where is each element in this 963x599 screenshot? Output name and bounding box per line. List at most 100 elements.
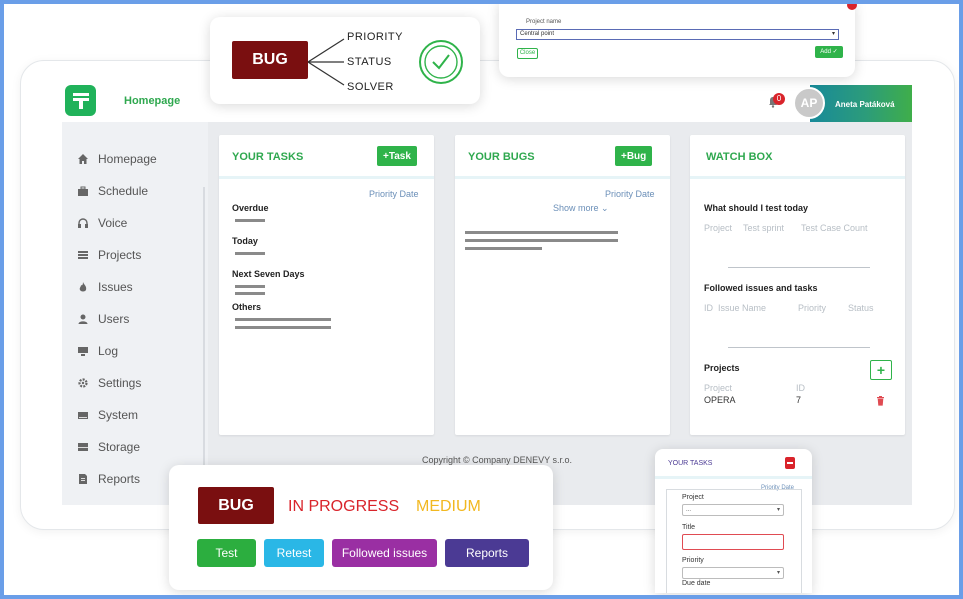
column-header: Project <box>704 383 733 393</box>
dashboard: YOUR TASKS +Task Priority Date Overdue T… <box>208 122 912 505</box>
chevron-down-icon: ⌄ <box>601 203 609 213</box>
trash-icon[interactable] <box>876 396 885 406</box>
sort-label[interactable]: Priority Date <box>369 189 419 199</box>
project-name-label: Project name <box>526 19 562 25</box>
add-label: Add <box>820 49 831 55</box>
avatar[interactable]: AP <box>793 87 825 119</box>
column-header: Test Case Count <box>801 223 868 233</box>
divider <box>728 267 870 268</box>
sidebar-item-storage[interactable]: Storage <box>76 439 140 455</box>
sidebar-item-reports[interactable]: Reports <box>76 471 140 487</box>
section-today: Today <box>232 236 258 246</box>
bug-tag: BUG <box>198 487 274 524</box>
sidebar-item-label: Projects <box>98 248 142 262</box>
card-header: YOUR TASKS +Task <box>219 135 434 179</box>
show-more-link[interactable]: Show more ⌄ <box>553 203 609 214</box>
top-bar: Homepage 0 AP Aneta Patáková <box>62 85 912 122</box>
mobile-title: YOUR TASKS <box>668 460 713 467</box>
followed-issues-button[interactable]: Followed issues <box>332 539 437 567</box>
add-button[interactable]: Add ✓ <box>815 46 843 58</box>
sidebar-item-label: System <box>98 408 139 422</box>
sidebar-item-label: Settings <box>98 376 142 390</box>
projects-heading: Projects <box>704 363 740 373</box>
test-heading: What should I test today <box>704 203 809 213</box>
project-id: 7 <box>796 395 802 405</box>
report-icon <box>76 472 90 486</box>
select-value: ... <box>686 507 692 513</box>
fire-icon <box>76 280 90 294</box>
sidebar-item-voice[interactable]: Voice <box>76 215 127 231</box>
followed-heading: Followed issues and tasks <box>704 283 818 293</box>
add-project-button[interactable]: + <box>870 360 892 380</box>
add-bug-button[interactable]: +Bug <box>615 146 653 166</box>
sidebar-item-log[interactable]: Log <box>76 343 118 359</box>
test-button[interactable]: Test <box>197 539 256 567</box>
select-value: Central point <box>520 31 555 37</box>
sidebar-item-system[interactable]: System <box>76 407 138 423</box>
sidebar-item-label: Schedule <box>98 184 149 198</box>
chevron-down-icon: ▾ <box>776 570 780 576</box>
priority-select[interactable]: ▾ <box>682 567 784 579</box>
monitor-icon <box>76 344 90 358</box>
field-label: Due date <box>682 580 711 587</box>
column-header: ID <box>704 303 713 313</box>
sidebar-scrollbar[interactable] <box>203 187 205 505</box>
callout-item: STATUS <box>347 56 392 68</box>
sidebar-item-schedule[interactable]: Schedule <box>76 183 148 199</box>
placeholder-line <box>235 252 265 255</box>
retest-button[interactable]: Retest <box>264 539 324 567</box>
column-header: Test sprint <box>743 223 785 233</box>
placeholder-line <box>235 219 265 222</box>
sidebar-item-issues[interactable]: Issues <box>76 279 133 295</box>
check-circle-icon <box>419 40 463 84</box>
close-dot-icon[interactable] <box>847 0 857 10</box>
tasks-card: YOUR TASKS +Task Priority Date Overdue T… <box>219 135 434 435</box>
card-title: WATCH BOX <box>706 151 773 163</box>
placeholder-line <box>235 318 331 321</box>
column-header: Issue Name <box>718 303 767 313</box>
project-name-select[interactable]: Central point ▾ <box>516 29 839 40</box>
check-icon: ✓ <box>832 49 838 55</box>
sidebar-item-label: Reports <box>98 472 141 486</box>
placeholder-line <box>465 239 618 242</box>
drive-icon <box>76 408 90 422</box>
section-next-seven-days: Next Seven Days <box>232 269 305 279</box>
sidebar-item-users[interactable]: Users <box>76 311 129 327</box>
bug-status-panel: BUG IN PROGRESS MEDIUM Test Retest Follo… <box>169 465 553 590</box>
user-name[interactable]: Aneta Patáková <box>835 100 895 109</box>
field-label: Priority <box>682 557 704 564</box>
bugs-card: YOUR BUGS +Bug Priority Date Show more ⌄ <box>455 135 670 435</box>
sidebar-item-projects[interactable]: Projects <box>76 247 141 263</box>
app-logo[interactable] <box>65 85 96 116</box>
list-icon <box>76 248 90 262</box>
column-header: Priority <box>798 303 827 313</box>
card-title: YOUR TASKS <box>232 151 304 163</box>
section-others: Others <box>232 302 262 312</box>
sort-label[interactable]: Priority Date <box>605 189 655 199</box>
add-task-button[interactable]: +Task <box>377 146 417 166</box>
placeholder-line <box>235 326 331 329</box>
sidebar-item-settings[interactable]: Settings <box>76 375 141 391</box>
title-input[interactable] <box>682 534 784 550</box>
mobile-close-button[interactable] <box>785 457 795 469</box>
project-select[interactable]: ... ▾ <box>682 504 784 516</box>
reports-button[interactable]: Reports <box>445 539 529 567</box>
chevron-down-icon: ▾ <box>831 31 835 37</box>
headphones-icon <box>76 216 90 230</box>
copyright: Copyright © Company DENEVY s.r.o. <box>422 455 573 465</box>
project-name[interactable]: OPERA <box>704 395 736 405</box>
bug-callout: BUG PRIORITY STATUS SOLVER <box>210 17 480 104</box>
project-dialog: Project name Central point ▾ Close Add ✓ <box>499 0 857 77</box>
briefcase-icon <box>76 184 90 198</box>
status-text: IN PROGRESS <box>288 498 400 515</box>
branch-lines <box>308 38 345 86</box>
sidebar-item-homepage[interactable]: Homepage <box>76 151 157 167</box>
sidebar-item-label: Storage <box>98 440 141 454</box>
sidebar: Homepage Schedule Voice Projects Issues … <box>62 122 208 505</box>
watch-box-card: WATCH BOX What should I test today Proje… <box>690 135 905 435</box>
user-icon <box>76 312 90 326</box>
section-overdue: Overdue <box>232 203 269 213</box>
close-button[interactable]: Close <box>517 48 538 59</box>
sidebar-item-label: Voice <box>98 216 128 230</box>
storage-icon <box>76 440 90 454</box>
